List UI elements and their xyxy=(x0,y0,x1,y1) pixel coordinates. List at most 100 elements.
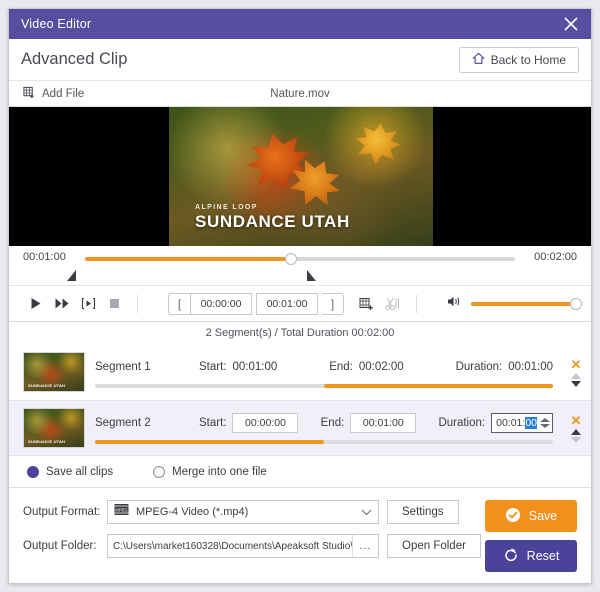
segment-duration-field: Duration: 00:01:00 xyxy=(456,361,553,373)
delete-segment-icon[interactable]: ✕ xyxy=(571,414,582,427)
segments-list: SUNDANCE UTAH Segment 1 Start: 00:01:00 … xyxy=(9,344,591,456)
settings-button[interactable]: Settings xyxy=(387,500,459,524)
radio-indicator-selected xyxy=(27,465,39,478)
move-down-icon[interactable] xyxy=(571,380,581,387)
segment-thumbnail: SUNDANCE UTAH xyxy=(23,352,85,392)
radio-indicator xyxy=(153,465,166,478)
sub-header: Advanced Clip Back to Home xyxy=(9,39,591,81)
segment-start-label: Start: xyxy=(199,417,227,429)
radio-merge-label: Merge into one file xyxy=(172,465,267,478)
split-scissors-icon[interactable] xyxy=(380,291,406,317)
thumbnail-caption: SUNDANCE UTAH xyxy=(28,439,66,444)
open-folder-button[interactable]: Open Folder xyxy=(387,534,481,558)
thumbnail-caption: SUNDANCE UTAH xyxy=(28,383,66,388)
preview-clip-icon[interactable] xyxy=(75,291,101,317)
segment-range-fill xyxy=(95,440,324,444)
delete-segment-icon[interactable]: ✕ xyxy=(571,358,582,371)
radio-save-all-label: Save all clips xyxy=(46,465,114,478)
output-format-select[interactable]: MPEG MPEG-4 Video (*.mp4) xyxy=(107,500,379,524)
segment-range-bar[interactable] xyxy=(95,440,553,444)
segment-range-bar[interactable] xyxy=(95,384,553,388)
radio-save-all-clips[interactable]: Save all clips xyxy=(27,465,114,478)
segment-info-line: Segment 1 Start: 00:01:00 End: 00:02:00 … xyxy=(95,356,553,378)
duration-prefix: 00:01: xyxy=(496,417,526,429)
page-title: Advanced Clip xyxy=(21,50,128,68)
table-row[interactable]: SUNDANCE UTAH Segment 1 Start: 00:01:00 … xyxy=(9,344,591,400)
spinner-up-icon[interactable] xyxy=(540,418,550,422)
output-format-label: Output Format: xyxy=(23,506,101,518)
segment-end-field: End: xyxy=(321,413,417,433)
spinner-arrows xyxy=(540,418,550,428)
browse-folder-button[interactable]: ... xyxy=(352,535,378,557)
segment-info-line: Segment 2 Start: End: Duration: 00 xyxy=(95,412,553,434)
output-folder-value: C:\Users\market160328\Documents\Apeaksof… xyxy=(113,540,352,552)
trim-handle-out[interactable] xyxy=(307,270,316,281)
segment-duration-label: Duration: xyxy=(438,417,486,429)
output-folder-field[interactable]: C:\Users\market160328\Documents\Apeaksof… xyxy=(107,534,379,558)
video-preview[interactable]: ALPINE LOOP SUNDANCE UTAH xyxy=(9,107,591,246)
move-up-icon[interactable] xyxy=(571,372,581,379)
volume-icon[interactable] xyxy=(447,295,463,313)
back-to-home-button[interactable]: Back to Home xyxy=(458,46,579,73)
add-file-button[interactable]: Add File xyxy=(23,86,84,102)
video-frame: ALPINE LOOP SUNDANCE UTAH xyxy=(169,107,433,246)
table-row[interactable]: SUNDANCE UTAH Segment 2 Start: End: xyxy=(9,400,591,456)
segment-end-value: 00:02:00 xyxy=(358,361,404,373)
leaf-decoration xyxy=(352,120,403,168)
segment-start-input[interactable] xyxy=(232,413,299,433)
spinner-down-icon[interactable] xyxy=(540,424,550,428)
fast-forward-icon[interactable] xyxy=(49,291,75,317)
segment-body: Segment 2 Start: End: Duration: 00 xyxy=(85,412,561,444)
check-circle-icon xyxy=(505,507,521,526)
segment-start-field: Start: xyxy=(199,413,299,433)
segments-summary: 2 Segment(s) / Total Duration 00:02:00 xyxy=(9,322,591,344)
timeline-fill xyxy=(85,257,292,261)
segment-duration-label: Duration: xyxy=(455,361,503,373)
timeline-track[interactable] xyxy=(85,253,515,265)
timeline: 00:01:00 00:02:00 xyxy=(9,246,591,286)
segment-start-field: Start: 00:01:00 xyxy=(199,361,277,373)
mpeg-file-icon: MPEG xyxy=(114,503,129,521)
segment-start-value: 00:01:00 xyxy=(232,361,278,373)
svg-text:MPEG: MPEG xyxy=(115,507,127,512)
window-title: Video Editor xyxy=(21,17,92,31)
segment-controls: ✕ xyxy=(561,344,591,400)
segment-range-fill xyxy=(324,384,553,388)
segment-duration-spinner[interactable]: 00:01: 00 xyxy=(491,413,553,433)
save-button[interactable]: Save xyxy=(485,500,577,532)
reset-button[interactable]: Reset xyxy=(485,540,577,572)
segment-end-input[interactable] xyxy=(350,413,417,433)
trim-start-input[interactable] xyxy=(190,292,252,315)
mark-out-bracket-icon[interactable]: ] xyxy=(322,292,344,315)
stop-icon[interactable] xyxy=(101,291,127,317)
volume-knob[interactable] xyxy=(570,297,582,310)
current-file-name: Nature.mov xyxy=(270,87,330,100)
play-icon[interactable] xyxy=(23,291,49,317)
move-up-icon[interactable] xyxy=(571,428,581,435)
close-icon[interactable] xyxy=(551,9,591,39)
volume-fill xyxy=(471,301,577,306)
add-file-label: Add File xyxy=(42,87,85,100)
refresh-icon xyxy=(503,547,519,566)
segment-end-label: End: xyxy=(329,361,353,373)
volume-slider[interactable] xyxy=(471,297,582,310)
trim-end-input[interactable] xyxy=(256,292,318,315)
chevron-down-icon xyxy=(361,503,372,521)
reset-button-label: Reset xyxy=(526,549,560,563)
output-format-value: MPEG-4 Video (*.mp4) xyxy=(136,506,249,518)
segment-name: Segment 2 xyxy=(95,417,151,429)
save-button-label: Save xyxy=(528,509,558,523)
add-segment-icon[interactable] xyxy=(354,291,380,317)
mark-in-bracket-icon[interactable]: [ xyxy=(168,292,190,315)
trim-handle-in[interactable] xyxy=(67,270,76,281)
timeline-start-time: 00:01:00 xyxy=(23,251,66,263)
radio-merge-into-one-file[interactable]: Merge into one file xyxy=(153,465,267,478)
controls-divider xyxy=(137,294,138,313)
segment-body: Segment 1 Start: 00:01:00 End: 00:02:00 … xyxy=(85,356,561,388)
video-editor-window: Video Editor Advanced Clip Back to Home xyxy=(8,8,592,584)
timeline-playhead[interactable] xyxy=(285,253,298,265)
output-section: Output Format: MPEG MPEG-4 Video (*.mp4)… xyxy=(9,488,591,583)
segment-thumbnail: SUNDANCE UTAH xyxy=(23,408,85,448)
move-down-icon[interactable] xyxy=(571,436,581,443)
save-mode-options: Save all clips Merge into one file xyxy=(9,456,591,488)
